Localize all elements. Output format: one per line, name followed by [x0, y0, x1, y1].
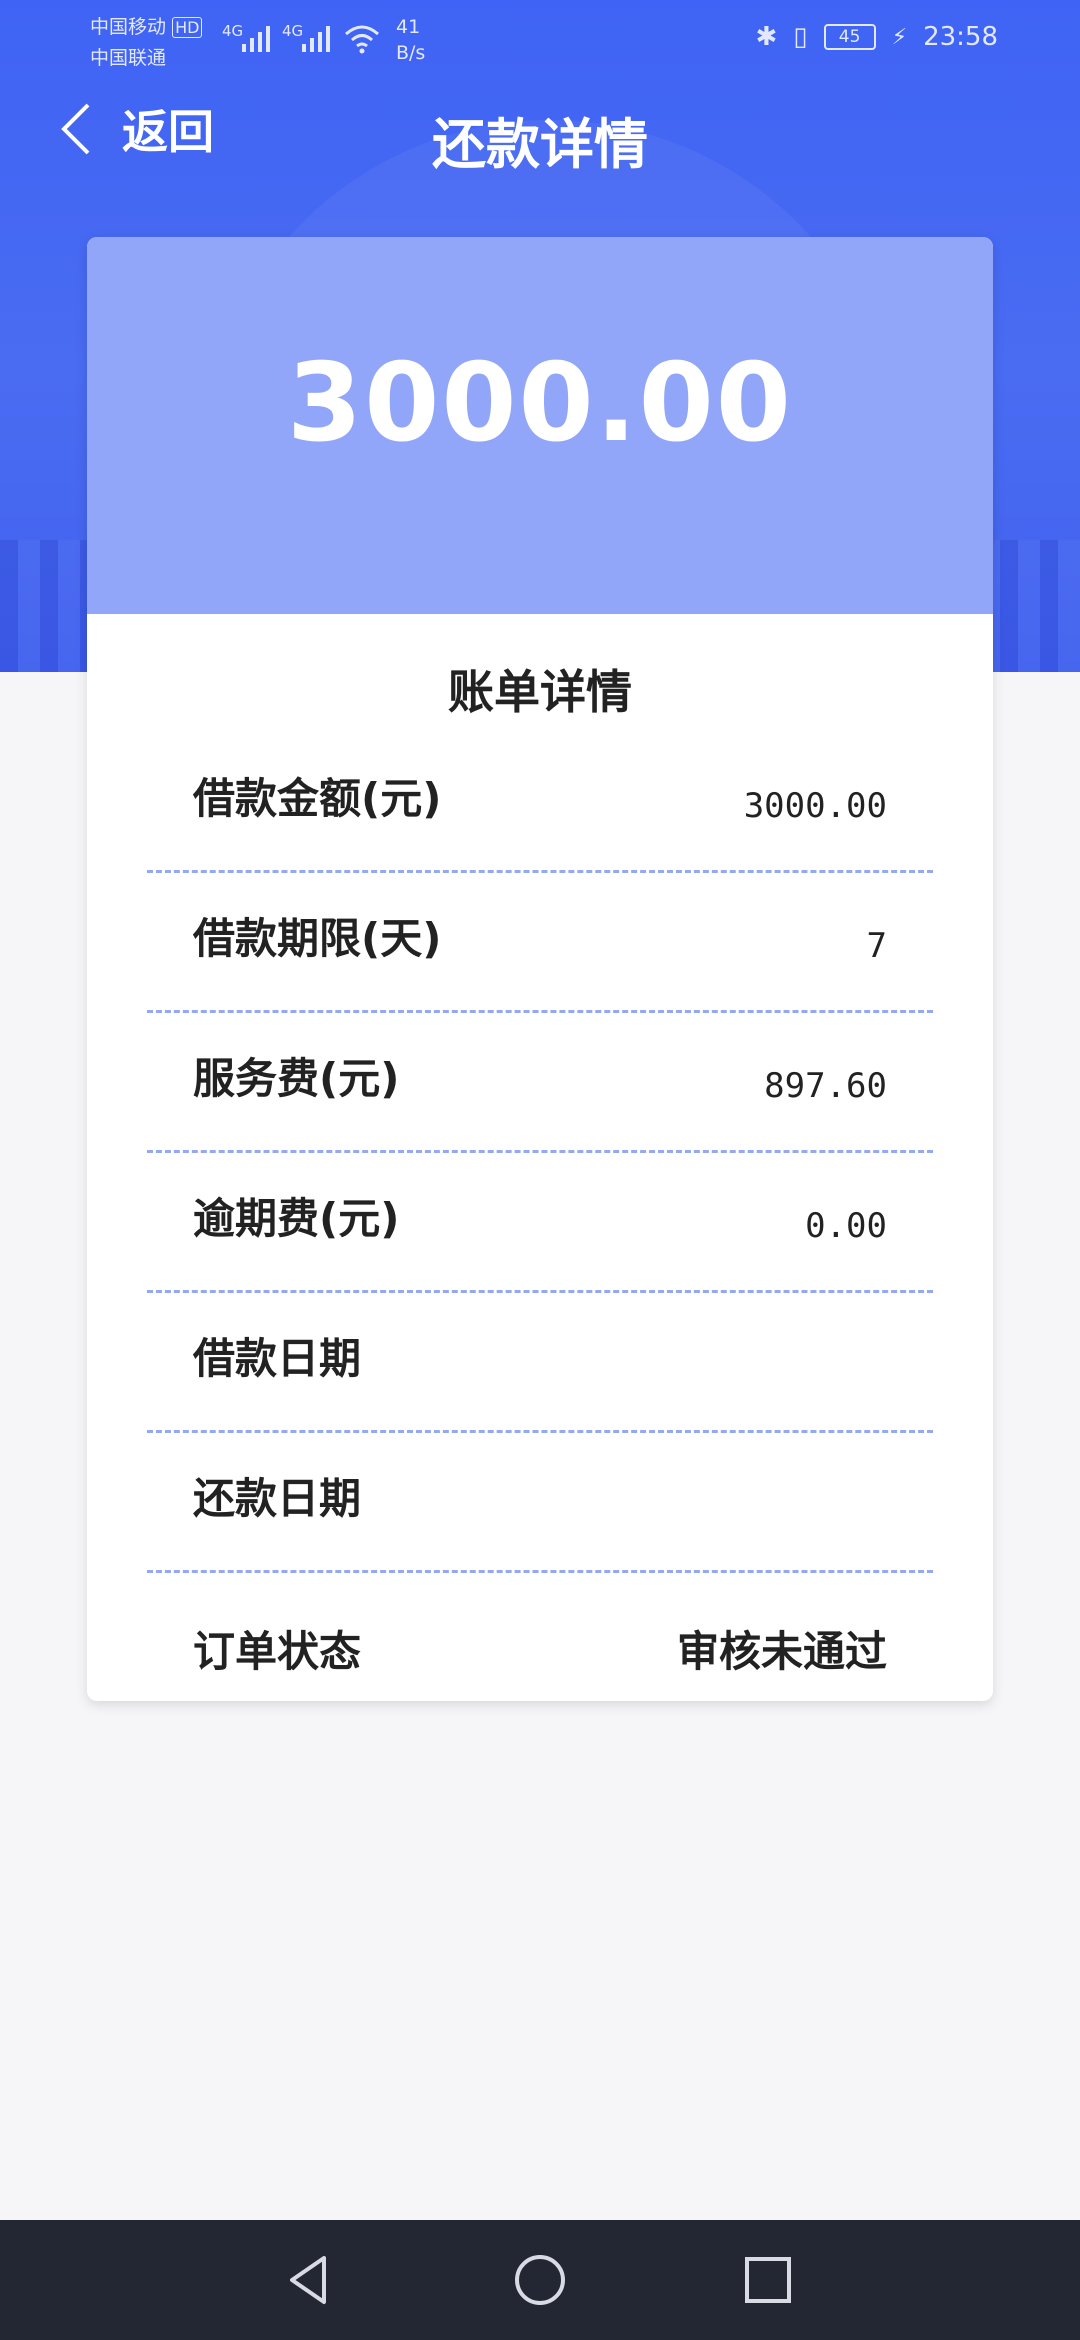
- row-label: 还款日期: [193, 1474, 362, 1523]
- system-nav-bar: [0, 2220, 1080, 2340]
- square-recent-icon: [745, 2257, 791, 2303]
- signal-icon: [242, 22, 270, 52]
- row-order-status: 订单状态 审核未通过: [147, 1573, 933, 1701]
- signal-icon: [302, 22, 330, 52]
- row-overdue-fee: 逾期费(元) 0.00: [147, 1153, 933, 1293]
- network-type-2: 4G: [282, 22, 304, 40]
- nav-back-button[interactable]: [280, 2250, 340, 2310]
- wifi-icon: [345, 25, 379, 54]
- status-bar: 中国移动 HD 中国联通 4G 4G 41 B/s ✱ ▯ 45 ⚡ 23:58: [0, 0, 1080, 84]
- vibrate-icon: ▯: [793, 22, 808, 52]
- amount-value: 3000.00: [287, 341, 793, 466]
- carrier-info: 中国移动 HD 中国联通: [90, 12, 203, 73]
- row-value: 3000.00: [743, 786, 887, 826]
- triangle-back-icon: [290, 2256, 326, 2304]
- circle-home-icon: [515, 2255, 565, 2305]
- network-speed: 41 B/s: [396, 16, 426, 64]
- row-value: 0.00: [805, 1206, 887, 1246]
- bill-section-title: 账单详情: [448, 665, 632, 719]
- hd-badge: HD: [172, 17, 203, 38]
- row-label: 逾期费(元): [193, 1194, 400, 1243]
- row-label: 借款日期: [193, 1334, 362, 1383]
- carrier-2: 中国联通: [90, 47, 167, 69]
- battery-icon: 45: [823, 24, 876, 50]
- bluetooth-icon: ✱: [755, 22, 778, 52]
- nav-home-button[interactable]: [510, 2250, 570, 2310]
- row-service-fee: 服务费(元) 897.60: [147, 1013, 933, 1153]
- carrier-1: 中国移动: [90, 16, 167, 38]
- bill-detail-list: 借款金额(元) 3000.00 借款期限(天) 7 服务费(元) 897.60 …: [147, 755, 933, 1701]
- row-label: 借款期限(天): [193, 914, 442, 963]
- row-value: 897.60: [764, 1066, 887, 1106]
- row-loan-amount: 借款金额(元) 3000.00: [147, 755, 933, 873]
- charging-icon: ⚡: [891, 24, 908, 50]
- nav-recent-button[interactable]: [738, 2250, 798, 2310]
- network-type-1: 4G: [222, 22, 244, 40]
- status-value: 审核未通过: [676, 1627, 887, 1676]
- row-value: 7: [866, 926, 887, 966]
- row-label: 订单状态: [193, 1627, 362, 1676]
- row-loan-term: 借款期限(天) 7: [147, 873, 933, 1013]
- clock: 23:58: [923, 22, 998, 52]
- row-label: 借款金额(元): [193, 774, 442, 823]
- repayment-card: 3000.00 账单详情 借款金额(元) 3000.00 借款期限(天) 7 服…: [87, 237, 993, 1701]
- amount-panel: 3000.00: [87, 237, 993, 614]
- page-title: 还款详情: [432, 113, 648, 176]
- row-label: 服务费(元): [193, 1054, 400, 1103]
- row-repay-date: 还款日期: [147, 1433, 933, 1573]
- row-loan-date: 借款日期: [147, 1293, 933, 1433]
